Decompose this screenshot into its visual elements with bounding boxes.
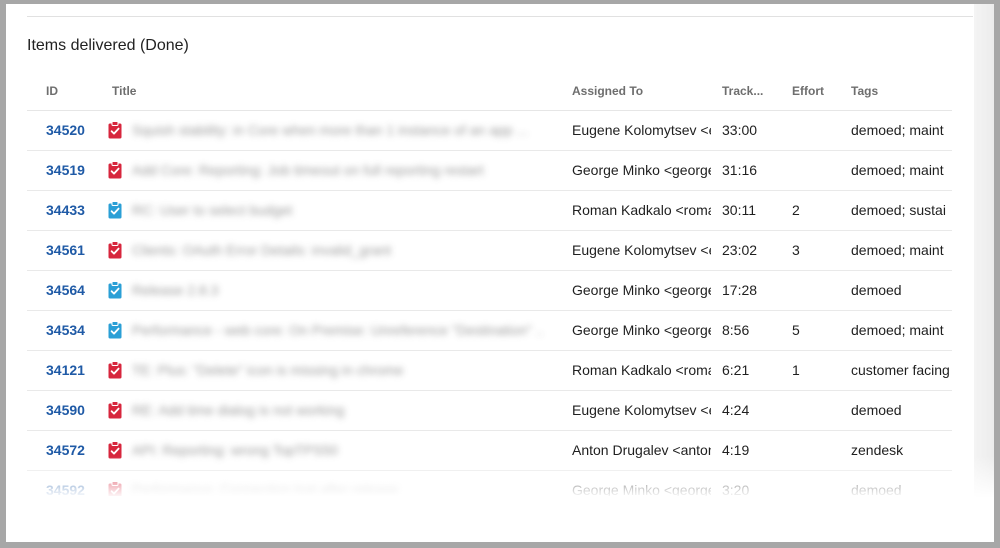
tags: demoed; maint [851, 122, 944, 138]
bug-icon [108, 121, 122, 139]
bug-icon [108, 441, 122, 459]
assigned-to: Anton Drugalev <anton [572, 442, 711, 458]
column-header-tags[interactable]: Tags [851, 84, 878, 98]
column-header-tracked[interactable]: Track... [722, 84, 763, 98]
work-item-id-link[interactable]: 34520 [46, 122, 102, 138]
work-item-title[interactable]: RE: Add time dialog is not working [132, 402, 542, 418]
tracked-time: 8:56 [722, 322, 750, 338]
assigned-to: George Minko <george [572, 482, 711, 496]
table-row[interactable]: 34564 Release 2.8.3 George Minko <george 17… [27, 270, 952, 311]
grid-header: ID Title Assigned To Track... Effort Tag… [27, 72, 952, 111]
assigned-to: Roman Kadkalo <roma [572, 362, 711, 378]
tags: demoed; maint [851, 322, 944, 338]
task-icon [108, 201, 122, 219]
work-item-id-link[interactable]: 34561 [46, 242, 102, 258]
work-item-title[interactable]: Squish stability: in Core when more than… [132, 122, 542, 138]
section-title: Items delivered (Done) [27, 37, 189, 54]
bug-icon [108, 401, 122, 419]
table-row[interactable]: 34121 TE: Plus: "Delete" icon is missing … [27, 350, 952, 391]
tags: customer facing [851, 362, 950, 378]
bug-icon [108, 161, 122, 179]
tracked-time: 31:16 [722, 162, 758, 178]
work-item-title[interactable]: Release 2.8.3 [132, 282, 542, 298]
tags: demoed; maint [851, 162, 944, 178]
work-item-title[interactable]: API: Reporting: wrong TopTPS50 [132, 442, 542, 458]
right-edge-shade [974, 4, 994, 542]
assigned-to: George Minko <george [572, 322, 711, 338]
table-row[interactable]: 34561 Clients: OAuth Error Details: inval… [27, 230, 952, 271]
table-row[interactable]: 34590 RE: Add time dialog is not working E… [27, 390, 952, 431]
assigned-to: George Minko <george [572, 162, 711, 178]
bug-icon [108, 241, 122, 259]
tracked-time: 17:28 [722, 282, 758, 298]
bug-icon [108, 361, 122, 379]
effort: 3 [792, 242, 800, 258]
work-item-id-link[interactable]: 34592 [46, 482, 102, 496]
column-header-id[interactable]: ID [46, 84, 58, 98]
assigned-to: Roman Kadkalo <roma [572, 202, 711, 218]
table-row[interactable]: 34592 Performance: Connection lost after … [27, 470, 952, 496]
assigned-to: George Minko <george [572, 282, 711, 298]
effort: 2 [792, 202, 800, 218]
assigned-to: Eugene Kolomytsev <e [572, 242, 711, 258]
tracked-time: 30:11 [722, 202, 756, 218]
column-header-title[interactable]: Title [112, 84, 136, 98]
tags: demoed [851, 282, 902, 298]
work-item-id-link[interactable]: 34121 [46, 362, 102, 378]
table-row[interactable]: 34520 Squish stability: in Core when more… [27, 110, 952, 151]
work-items-card: Items delivered (Done) ID Title Assigned… [6, 4, 994, 542]
task-icon [108, 321, 122, 339]
table-row[interactable]: 34572 API: Reporting: wrong TopTPS50 Anton… [27, 430, 952, 471]
work-item-id-link[interactable]: 34519 [46, 162, 102, 178]
tracked-time: 4:19 [722, 442, 750, 458]
tracked-time: 3:20 [722, 482, 750, 496]
divider [27, 16, 973, 17]
work-item-title[interactable]: Performance - web core: On Premise: Unre… [132, 322, 542, 338]
work-item-id-link[interactable]: 34564 [46, 282, 102, 298]
column-header-assigned-to[interactable]: Assigned To [572, 84, 643, 98]
assigned-to: Eugene Kolomytsev <e [572, 122, 711, 138]
work-item-id-link[interactable]: 34534 [46, 322, 102, 338]
work-item-title[interactable]: Add Core: Reporting: Job timeout on full… [132, 162, 542, 178]
tracked-time: 23:02 [722, 242, 758, 258]
assigned-to: Eugene Kolomytsev <e [572, 402, 711, 418]
work-item-title[interactable]: TE: Plus: "Delete" icon is missing in ch… [132, 362, 542, 378]
column-header-effort[interactable]: Effort [792, 84, 824, 98]
tags: demoed; maint [851, 242, 944, 258]
work-item-id-link[interactable]: 34590 [46, 402, 102, 418]
work-item-title[interactable]: RC: User to select budget [132, 202, 542, 218]
tags: demoed; sustai [851, 202, 946, 218]
effort: 1 [792, 362, 800, 378]
tracked-time: 33:00 [722, 122, 758, 138]
work-item-title[interactable]: Performance: Connection lost after relea… [132, 482, 542, 496]
tags: demoed [851, 482, 902, 496]
task-icon [108, 281, 122, 299]
table-row[interactable]: 34433 RC: User to select budget Roman Kadk… [27, 190, 952, 231]
table-row[interactable]: 34519 Add Core: Reporting: Job timeout on… [27, 150, 952, 191]
work-item-id-link[interactable]: 34572 [46, 442, 102, 458]
tags: demoed [851, 402, 902, 418]
tracked-time: 4:24 [722, 402, 750, 418]
effort: 5 [792, 322, 800, 338]
tracked-time: 6:21 [722, 362, 750, 378]
table-row[interactable]: 34534 Performance - web core: On Premise:… [27, 310, 952, 351]
work-item-title[interactable]: Clients: OAuth Error Details: invalid_gr… [132, 242, 542, 258]
bug-icon [108, 481, 122, 496]
tags: zendesk [851, 442, 904, 458]
work-items-grid: ID Title Assigned To Track... Effort Tag… [27, 72, 952, 496]
work-item-id-link[interactable]: 34433 [46, 202, 102, 218]
